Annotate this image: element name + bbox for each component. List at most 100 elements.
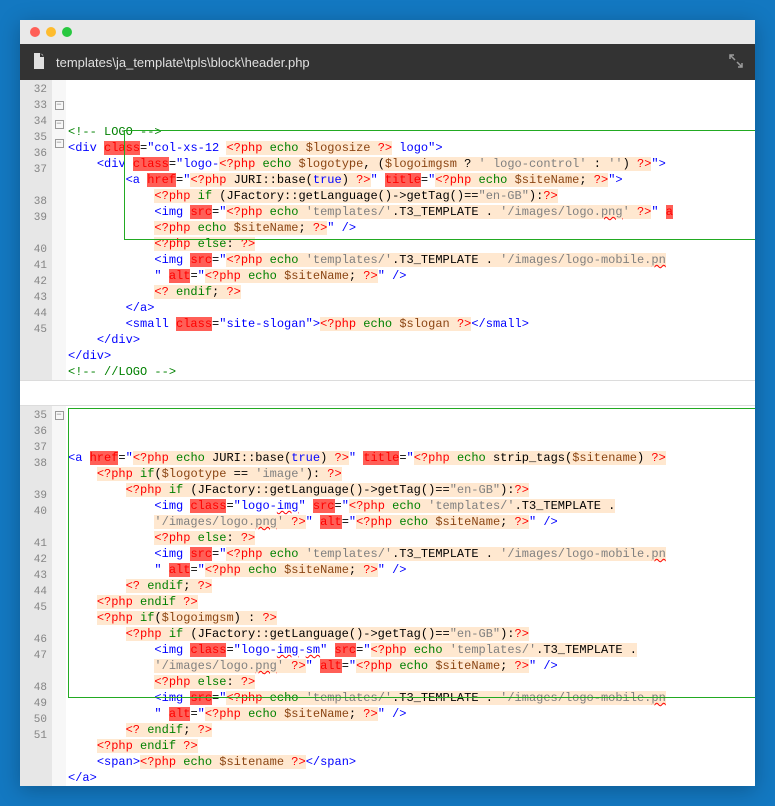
fold-marker (52, 82, 66, 98)
line-number: 45 (20, 600, 52, 616)
minimize-window-button[interactable] (46, 27, 56, 37)
code-line[interactable]: <?php if (JFactory::getLanguage()->getTa… (66, 188, 755, 204)
line-number: 40 (20, 242, 52, 258)
line-number-gutter: 3536373839404142434445464748495051 (20, 406, 52, 786)
fold-marker (52, 651, 66, 667)
fold-column[interactable]: − − − (52, 80, 66, 380)
code-line[interactable]: <!-- //LOGO --> (66, 364, 755, 380)
code-line[interactable]: <? endif; ?> (66, 722, 755, 738)
code-line[interactable]: <div class="col-xs-12 <?php echo $logosi… (66, 140, 755, 156)
code-area-bottom[interactable]: <a href="<?php echo JURI::base(true) ?>"… (66, 406, 755, 786)
line-number: 51 (20, 728, 52, 744)
code-line[interactable]: <img class="logo-img-sm" src="<?php echo… (66, 642, 755, 658)
code-line[interactable]: <?php endif ?> (66, 738, 755, 754)
code-line[interactable]: <small class="site-slogan"><?php echo $s… (66, 316, 755, 332)
line-number (20, 472, 52, 488)
fold-marker[interactable]: − (52, 101, 66, 117)
fold-marker (52, 427, 66, 443)
line-number: 46 (20, 632, 52, 648)
fold-marker (52, 187, 66, 203)
fold-marker (52, 539, 66, 555)
code-line[interactable]: " alt="<?php echo $siteName; ?>" /> (66, 562, 755, 578)
expand-icon[interactable] (729, 54, 743, 71)
line-number: 40 (20, 504, 52, 520)
fold-marker (52, 475, 66, 491)
fold-marker (52, 571, 66, 587)
line-number: 49 (20, 696, 52, 712)
line-number (20, 616, 52, 632)
code-line[interactable]: <?php if($logotype == 'image'): ?> (66, 466, 755, 482)
window-chrome (20, 20, 755, 44)
fold-marker[interactable]: − (52, 120, 66, 136)
line-number: 44 (20, 306, 52, 322)
code-line[interactable]: </div> (66, 348, 755, 364)
code-line[interactable]: <a href="<?php JURI::base(true) ?>" titl… (66, 172, 755, 188)
code-line[interactable]: <img src="<?php echo 'templates/'.T3_TEM… (66, 204, 755, 220)
line-number-gutter: 3233343536373839404142434445 (20, 80, 52, 380)
code-line[interactable]: '/images/logo.png' ?>" alt="<?php echo $… (66, 514, 755, 530)
code-pane-bottom[interactable]: 3536373839404142434445464748495051 − <a … (20, 406, 755, 786)
maximize-window-button[interactable] (62, 27, 72, 37)
code-area-top[interactable]: <!-- LOGO --><div class="col-xs-12 <?php… (66, 80, 755, 380)
fold-marker (52, 459, 66, 475)
code-pane-top[interactable]: 3233343536373839404142434445 −−− <!-- LO… (20, 80, 755, 380)
fold-marker (52, 443, 66, 459)
code-line[interactable]: <?php if (JFactory::getLanguage()->getTa… (66, 626, 755, 642)
code-line[interactable]: <? endif; ?> (66, 578, 755, 594)
fold-marker (52, 523, 66, 539)
code-line[interactable]: " alt="<?php echo $siteName; ?>" /> (66, 706, 755, 722)
fold-column[interactable]: − (52, 406, 66, 786)
code-line[interactable]: </a> (66, 300, 755, 316)
fold-marker (52, 715, 66, 731)
file-icon (32, 53, 46, 72)
line-number: 43 (20, 290, 52, 306)
code-line[interactable]: </div> (66, 332, 755, 348)
code-line[interactable]: </a> (66, 770, 755, 786)
fold-marker (52, 683, 66, 699)
fold-marker[interactable]: − (52, 411, 66, 427)
pane-divider[interactable] (20, 380, 755, 406)
line-number: 45 (20, 322, 52, 338)
code-line[interactable]: <?php if (JFactory::getLanguage()->getTa… (66, 482, 755, 498)
fold-marker (52, 267, 66, 283)
line-number: 50 (20, 712, 52, 728)
code-line[interactable]: <?php else: ?> (66, 674, 755, 690)
line-number: 41 (20, 536, 52, 552)
close-window-button[interactable] (30, 27, 40, 37)
line-number: 43 (20, 568, 52, 584)
code-line[interactable]: <img src="<?php echo 'templates/'.T3_TEM… (66, 252, 755, 268)
fold-marker (52, 635, 66, 651)
code-line[interactable]: <?php else: ?> (66, 530, 755, 546)
code-line[interactable]: <?php echo $siteName; ?>" /> (66, 220, 755, 236)
line-number: 35 (20, 130, 52, 146)
line-number: 42 (20, 552, 52, 568)
line-number: 35 (20, 408, 52, 424)
code-line[interactable]: <img src="<?php echo 'templates/'.T3_TEM… (66, 546, 755, 562)
code-line[interactable]: <?php else: ?> (66, 236, 755, 252)
fold-marker (52, 699, 66, 715)
fold-marker (52, 619, 66, 635)
fold-marker (52, 587, 66, 603)
fold-marker (52, 171, 66, 187)
fold-marker[interactable]: − (52, 139, 66, 155)
fold-marker (52, 315, 66, 331)
code-line[interactable]: '/images/logo.png' ?>" alt="<?php echo $… (66, 658, 755, 674)
code-line[interactable]: <a href="<?php echo JURI::base(true) ?>"… (66, 450, 755, 466)
code-line[interactable]: <img src="<?php echo 'templates/'.T3_TEM… (66, 690, 755, 706)
fold-marker (52, 299, 66, 315)
line-number: 47 (20, 648, 52, 664)
code-line[interactable]: <? endif; ?> (66, 284, 755, 300)
line-number: 32 (20, 82, 52, 98)
code-line[interactable]: <span><?php echo $sitename ?></span> (66, 754, 755, 770)
code-line[interactable]: <!-- LOGO --> (66, 124, 755, 140)
code-line[interactable]: <div class="logo-<?php echo $logotype, (… (66, 156, 755, 172)
code-line[interactable]: <?php if($logoimgsm) : ?> (66, 610, 755, 626)
line-number: 39 (20, 488, 52, 504)
fold-marker (52, 603, 66, 619)
code-line[interactable]: <img class="logo-img" src="<?php echo 't… (66, 498, 755, 514)
code-line[interactable]: <?php endif ?> (66, 594, 755, 610)
code-line[interactable]: " alt="<?php echo $siteName; ?>" /> (66, 268, 755, 284)
line-number: 33 (20, 98, 52, 114)
fold-marker (52, 203, 66, 219)
line-number (20, 664, 52, 680)
